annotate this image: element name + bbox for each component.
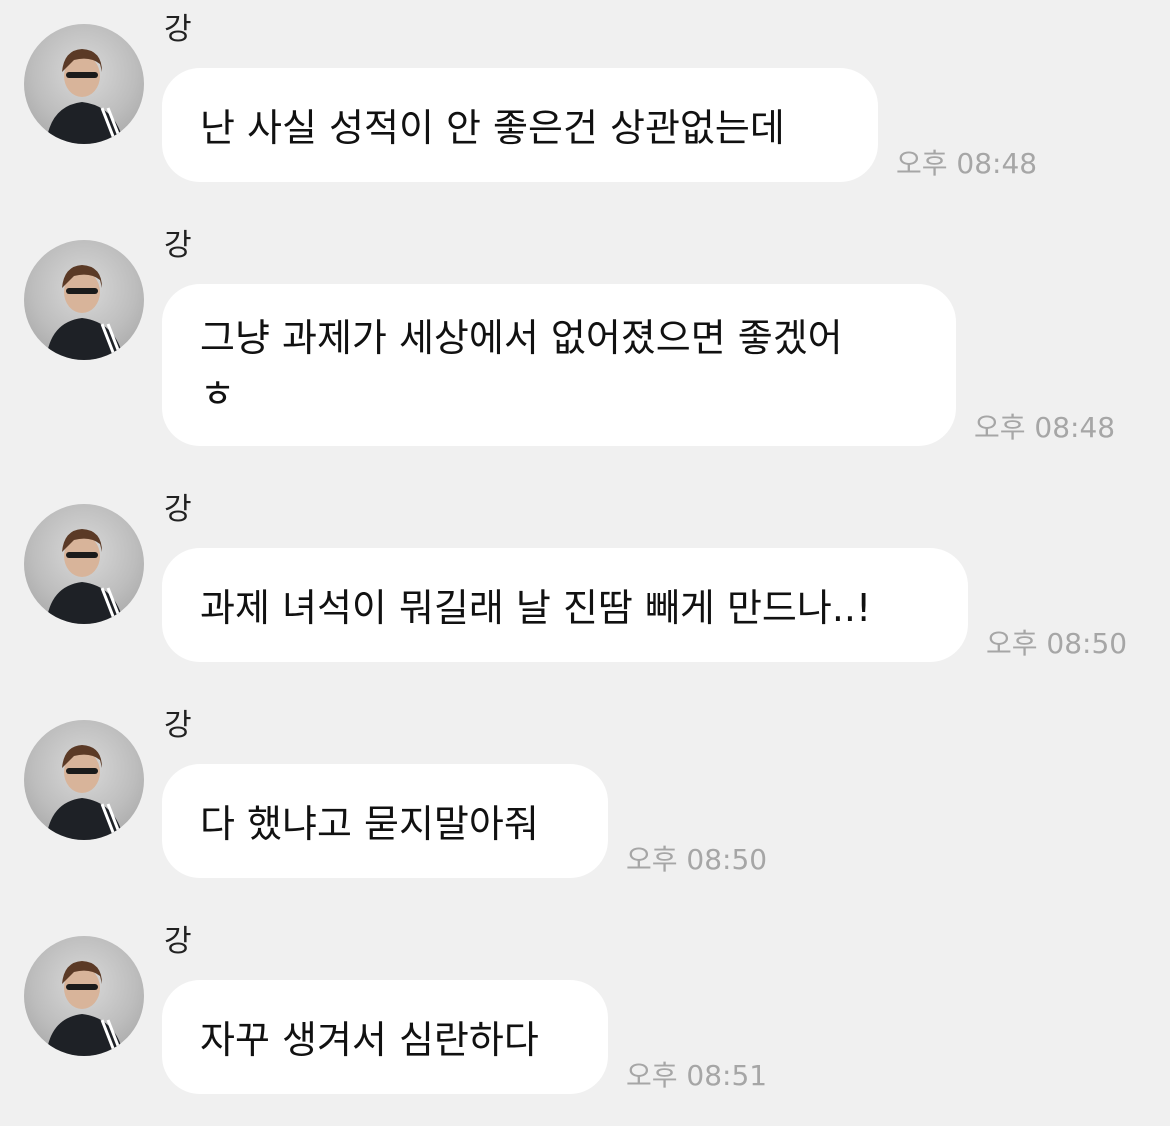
message-bubble[interactable]: 그냥 과제가 세상에서 없어졌으면 좋겠어 ㅎ [162,284,956,446]
avatar[interactable] [24,240,144,360]
message-time: 오후 08:51 [626,1059,768,1092]
sender-name: 강 [164,492,192,527]
message-time: 오후 08:50 [986,627,1128,660]
avatar[interactable] [24,936,144,1056]
profile-photo-icon [46,745,124,840]
message-time: 오후 08:48 [896,147,1038,180]
message-bubble[interactable]: 과제 녀석이 뭐길래 날 진땀 빼게 만드나..! [162,548,968,662]
avatar[interactable] [24,720,144,840]
profile-photo-icon [46,265,124,360]
sender-name: 강 [164,228,192,263]
profile-photo-icon [46,49,124,144]
message-time: 오후 08:50 [626,843,768,876]
avatar[interactable] [24,24,144,144]
profile-photo-icon [46,961,124,1056]
message-bubble[interactable]: 난 사실 성적이 안 좋은건 상관없는데 [162,68,878,182]
sender-name: 강 [164,12,192,47]
message-bubble[interactable]: 자꾸 생겨서 심란하다 [162,980,608,1094]
message-time: 오후 08:48 [974,411,1116,444]
sender-name: 강 [164,924,192,959]
avatar[interactable] [24,504,144,624]
sender-name: 강 [164,708,192,743]
profile-photo-icon [46,529,124,624]
message-bubble[interactable]: 다 했냐고 묻지말아줘 [162,764,608,878]
